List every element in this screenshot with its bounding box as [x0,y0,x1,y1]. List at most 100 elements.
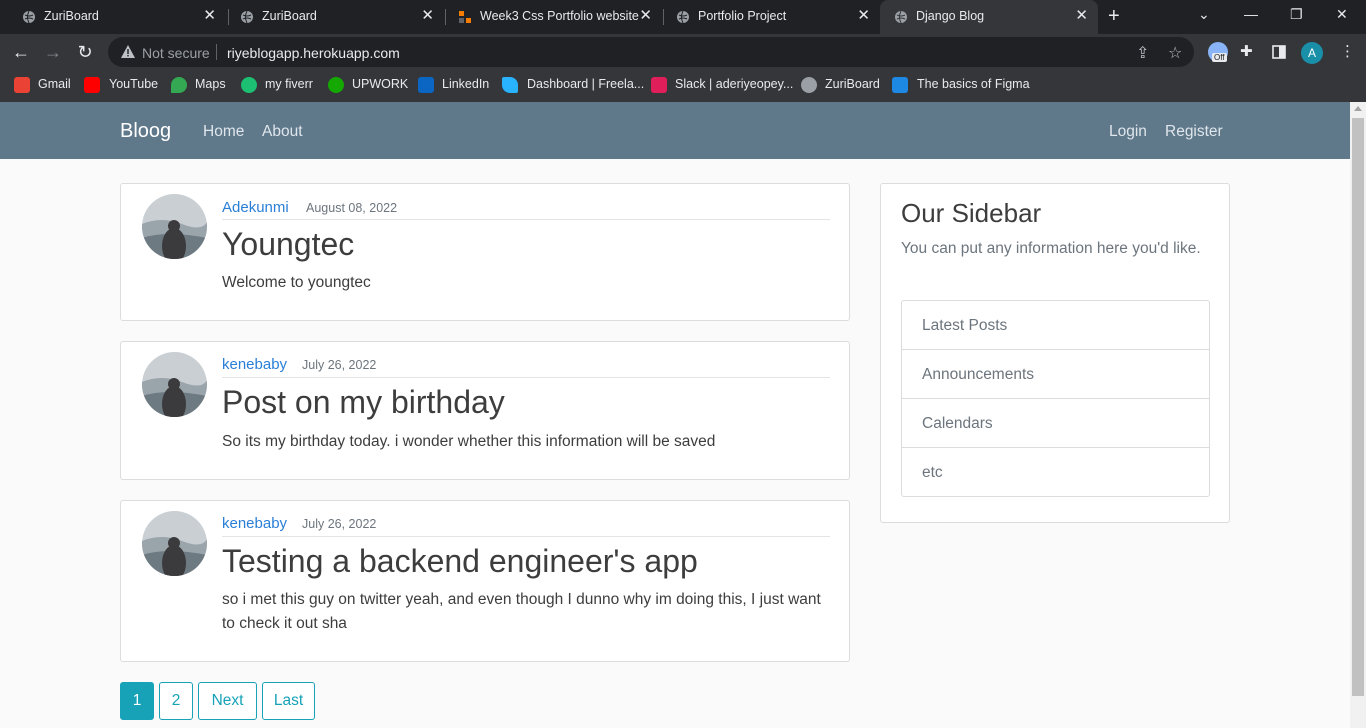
address-divider [216,44,217,60]
bookmark-gmail[interactable]: Gmail [38,77,71,91]
maps-pin-icon [171,77,187,93]
post-card: kenebaby July 26, 2022 Post on my birthd… [120,341,850,480]
browser-tab[interactable]: ZuriBoard ✕ [8,0,226,34]
profile-avatar[interactable]: A [1301,42,1323,64]
tab-title: Django Blog [916,9,985,23]
globe-icon [677,10,689,24]
sidebar-list: Latest Posts Announcements Calendars etc [901,300,1210,497]
post-date: July 26, 2022 [302,517,377,531]
post-author-link[interactable]: kenebaby [222,356,287,373]
minimize-icon[interactable]: — [1244,6,1258,22]
post-divider [222,377,830,378]
sidebar-title: Our Sidebar [901,198,1042,228]
tab-close-icon[interactable]: ✕ [639,8,652,24]
extension-badge-icon[interactable]: Off [1208,42,1228,62]
bookmark-freelancer[interactable]: Dashboard | Freela... [527,77,644,91]
next-page-button[interactable]: Next [198,682,257,720]
sidebar-item-etc[interactable]: etc [902,448,1209,496]
globe-icon [801,77,817,93]
page-1-button[interactable]: 1 [120,682,154,720]
sidebar-card: Our Sidebar You can put any information … [880,183,1230,523]
bookmark-maps[interactable]: Maps [195,77,226,91]
share-icon[interactable]: ⇪ [1136,43,1149,63]
scroll-up-arrow-icon[interactable] [1354,106,1362,111]
browser-toolbar: ← → ↻ Not secure riyeblogapp.herokuapp.c… [0,34,1366,70]
site-navbar: Bloog Home About Login Register [0,102,1350,159]
author-avatar[interactable] [142,352,207,417]
sidebar-item-announcements[interactable]: Announcements [902,350,1209,399]
post-author-link[interactable]: kenebaby [222,515,287,532]
address-bar[interactable]: Not secure riyeblogapp.herokuapp.com ⇪ ☆ [108,37,1194,67]
sidebar-description: You can put any information here you'd l… [901,240,1201,257]
site-brand[interactable]: Bloog [120,120,171,143]
tab-close-icon[interactable]: ✕ [857,8,870,24]
more-menu-icon[interactable]: ⋮ [1340,42,1355,60]
nav-about-link[interactable]: About [262,123,303,141]
post-divider [222,219,830,220]
bookmark-upwork[interactable]: UPWORK [352,77,408,91]
tab-close-icon[interactable]: ✕ [421,8,434,24]
new-tab-button[interactable]: + [1108,5,1120,28]
extension-badge-label: Off [1212,53,1227,62]
bookmark-slack[interactable]: Slack | aderiyeopey... [675,77,793,91]
post-title-link[interactable]: Youngtec [222,226,354,263]
window-close-icon[interactable]: ✕ [1336,6,1348,23]
last-page-button[interactable]: Last [262,682,315,720]
bookmark-fiverr[interactable]: my fiverr [265,77,313,91]
freelancer-icon [502,77,518,93]
nav-home-link[interactable]: Home [203,123,244,141]
post-card: Adekunmi August 08, 2022 Youngtec Welcom… [120,183,850,321]
side-panel-icon[interactable] [1272,45,1286,59]
tab-title: ZuriBoard [262,9,317,23]
linkedin-icon [418,77,434,93]
sidebar-item-latest-posts[interactable]: Latest Posts [902,301,1209,350]
bookmark-zuriboard[interactable]: ZuriBoard [825,77,880,91]
upwork-icon [328,77,344,93]
bookmarks-bar: Gmail YouTube Maps my fiverr UPWORK Link… [0,70,1366,102]
browser-tab-active[interactable]: Django Blog ✕ [880,0,1098,34]
youtube-icon [84,77,100,93]
sidebar-item-calendars[interactable]: Calendars [902,399,1209,448]
security-label[interactable]: Not secure [142,45,210,61]
post-divider [222,536,830,537]
page-scrollbar[interactable] [1350,102,1366,728]
browser-tab[interactable]: Week3 Css Portfolio website ✕ [444,0,662,34]
page-2-button[interactable]: 2 [159,682,193,720]
warning-triangle-icon [121,45,135,58]
tab-search-chevron-icon[interactable]: ⌄ [1198,6,1210,23]
tab-close-icon[interactable]: ✕ [203,8,216,24]
author-avatar[interactable] [142,194,207,259]
restore-icon[interactable]: ❐ [1290,6,1303,23]
tab-title: Portfolio Project [698,9,787,23]
post-card: kenebaby July 26, 2022 Testing a backend… [120,500,850,662]
back-arrow-icon[interactable]: ← [10,41,32,63]
author-avatar[interactable] [142,511,207,576]
figma-video-icon [892,77,908,93]
slack-icon [651,77,667,93]
bookmark-figma[interactable]: The basics of Figma [917,77,1030,91]
bookmark-linkedin[interactable]: LinkedIn [442,77,489,91]
post-title-link[interactable]: Testing a backend engineer's app [222,543,698,580]
post-author-link[interactable]: Adekunmi [222,199,289,216]
post-title-link[interactable]: Post on my birthday [222,384,505,421]
post-date: August 08, 2022 [306,201,398,215]
nav-register-link[interactable]: Register [1165,123,1223,141]
globe-icon [895,10,907,24]
fiverr-icon [241,77,257,93]
forward-arrow-icon[interactable]: → [42,41,64,63]
address-url[interactable]: riyeblogapp.herokuapp.com [227,45,400,61]
browser-tab[interactable]: Portfolio Project ✕ [662,0,880,34]
bookmark-star-icon[interactable]: ☆ [1168,43,1182,63]
extensions-puzzle-icon[interactable]: ✚ [1240,42,1253,60]
portfolio-site-icon [459,11,471,23]
tab-close-icon[interactable]: ✕ [1075,8,1088,24]
bookmark-youtube[interactable]: YouTube [109,77,158,91]
browser-tab[interactable]: ZuriBoard ✕ [226,0,444,34]
scrollbar-thumb[interactable] [1352,118,1364,696]
globe-icon [241,10,253,24]
post-body: So its my birthday today. i wonder wheth… [222,433,716,450]
reload-icon[interactable]: ↻ [74,41,96,63]
tab-title: Week3 Css Portfolio website [480,9,639,23]
nav-login-link[interactable]: Login [1109,123,1147,141]
gmail-icon [14,77,30,93]
